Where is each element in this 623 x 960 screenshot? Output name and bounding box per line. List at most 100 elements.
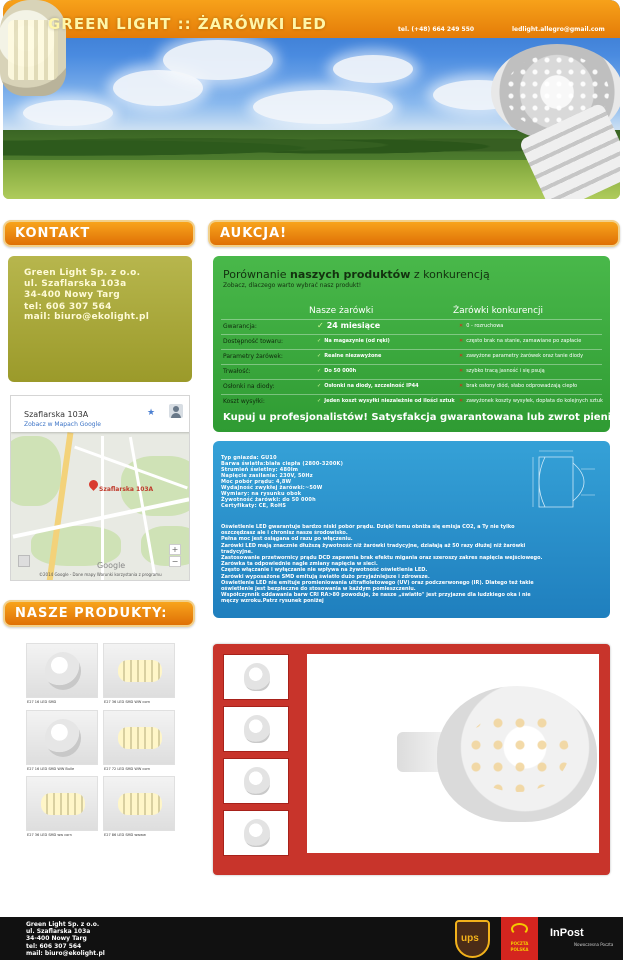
theirs-value: ✕ szybko tracą jasność i się psują <box>459 368 545 374</box>
gallery-thumbnail[interactable] <box>223 758 289 804</box>
tab-aukcja-label: AUKCJA! <box>220 226 288 241</box>
contact-email[interactable]: mail: biuro@ekolight.pl <box>24 312 149 322</box>
zoom-out-button[interactable]: − <box>169 556 181 567</box>
check-icon: ✓ <box>317 398 322 404</box>
map-pin-icon[interactable] <box>87 478 100 491</box>
ours-text: Na magazynie (od ręki) <box>324 338 390 344</box>
tab-kontakt-label: KONTAKT <box>15 226 91 241</box>
product-thumbnail[interactable] <box>26 710 98 765</box>
product-thumbnail[interactable] <box>26 776 98 831</box>
corn-bulb-image <box>41 793 85 815</box>
star-icon[interactable]: ★ <box>147 408 155 418</box>
user-icon[interactable] <box>169 404 183 418</box>
footer-email[interactable]: mail: biuro@ekolight.pl <box>26 950 105 957</box>
contact-company: Green Light Sp. z o.o. <box>24 268 141 278</box>
contact-phone: tel: 606 307 564 <box>24 302 112 312</box>
header-email[interactable]: ledlight.allegro@gmail.com <box>512 26 605 33</box>
tab-kontakt: KONTAKT <box>3 220 195 247</box>
ups-logo: ups <box>455 920 490 958</box>
gallery-thumbnail[interactable] <box>223 654 289 700</box>
cross-icon: ✕ <box>459 353 464 359</box>
corn-bulb-image <box>118 660 162 682</box>
theirs-value: ✕ zawyżone parametry żarówek oraz tanie d… <box>459 353 583 359</box>
ours-text: Do 50 000h <box>324 368 357 374</box>
map-footer[interactable]: ©2014 Google - Dane mapy Warunki korzyst… <box>39 572 162 577</box>
gallery-main-image[interactable] <box>307 654 599 853</box>
row-label: Koszt wysyłki: <box>223 398 265 405</box>
header-phone: tel. (+48) 664 249 550 <box>398 26 475 33</box>
footer-phone: tel: 606 307 564 <box>26 943 82 950</box>
footer-street: ul. Szaflarska 103a <box>26 928 91 935</box>
comparison-row: Trwałość: ✓ Do 50 000h ✕ szybko tracą jasn… <box>221 364 602 379</box>
inpost-logo: InPost <box>550 927 584 939</box>
ups-logo-text: ups <box>461 933 479 944</box>
map-info-card: Szaflarska 103A Zobacz w Mapach Google ★ <box>11 396 189 432</box>
cross-icon: ✕ <box>459 398 464 404</box>
product-caption: E27 36 LED SMD WW corn <box>104 700 151 704</box>
product-thumbnail[interactable] <box>103 643 175 698</box>
post-horn-icon <box>511 923 528 935</box>
check-icon: ✓ <box>317 368 322 374</box>
footer-city: 34-400 Nowy Targ <box>26 935 87 942</box>
ours-value: ✓ Realne niezawyżone <box>317 353 381 359</box>
contact-street: ul. Szaflarska 103a <box>24 279 127 289</box>
check-icon: ✓ <box>317 353 322 359</box>
google-map[interactable]: Szaflarska 103A Zobacz w Mapach Google ★… <box>10 395 190 581</box>
comparison-title-bold: naszych produktów <box>289 268 411 281</box>
comparison-slogan: Kupuj u profesjonalistów! Satysfakcja gw… <box>223 412 610 423</box>
theirs-text: brak osłony diód, słabo odprowadzają cie… <box>466 383 578 389</box>
comparison-title-pre: Porównanie <box>223 268 290 281</box>
pegman-icon[interactable] <box>18 555 30 567</box>
ours-value: ✓ Do 50 000h <box>317 368 356 374</box>
ours-text: Jeden koszt wysyłki niezależnie od ilośc… <box>324 398 455 404</box>
theirs-text: zawyżone parametry żarówek oraz tanie di… <box>466 353 584 359</box>
corn-bulb-image <box>118 793 162 815</box>
product-thumbnail[interactable] <box>103 710 175 765</box>
theirs-value: ✕ 0 - rozruchowa <box>459 323 503 329</box>
cross-icon: ✕ <box>459 383 464 389</box>
check-icon: ✓ <box>317 321 324 330</box>
header-banner: GREEN LIGHT :: ŻARÓWKI LED tel. (+48) 66… <box>0 0 623 202</box>
spec-desc-line: męczy wzroku.Patrz rysunek poniżej <box>221 598 324 605</box>
column-header-ours: Nasze żarówki <box>309 306 374 316</box>
theirs-text: często brak na stanie, zamawiane po zapł… <box>466 338 582 344</box>
map-open-link[interactable]: Zobacz w Mapach Google <box>24 421 101 428</box>
row-label: Gwarancja: <box>223 323 257 330</box>
map-place-title: Szaflarska 103A <box>24 410 89 419</box>
comparison-row: Gwarancja: ✓ 24 miesiące ✕ 0 - rozruchowa <box>221 319 602 334</box>
product-caption: E27 36 LED SMD ww corn <box>27 833 72 837</box>
ours-value: ✓ Osłonki na diody, szczelność IP44 <box>317 383 419 389</box>
column-header-theirs: Żarówki konkurencji <box>453 306 544 316</box>
poczta-polska-logo: POCZTA POLSKA <box>501 917 538 960</box>
cross-icon: ✕ <box>459 338 464 344</box>
spec-description: Oświetlenie LED gwarantuje bardzo niski … <box>221 524 606 605</box>
ours-text: Osłonki na diody, szczelność IP44 <box>324 383 419 389</box>
polska-text: POLSKA <box>510 947 529 952</box>
gallery-thumbnail[interactable] <box>223 810 289 856</box>
map-pin-label: Szaflarska 103A <box>99 486 154 493</box>
tab-nasze-produkty: NASZE PRODUKTY: <box>3 600 195 627</box>
check-icon: ✓ <box>317 383 322 389</box>
product-thumbnail[interactable] <box>26 643 98 698</box>
tab-products-label: NASZE PRODUKTY: <box>15 606 168 621</box>
ours-value: ✓ 24 miesiące <box>317 321 380 330</box>
ours-value: ✓ Jeden koszt wysyłki niezależnie od iloś… <box>317 398 455 404</box>
comparison-row: Parametry żarówek: ✓ Realne niezawyżone ✕… <box>221 349 602 364</box>
bulb-image <box>45 652 81 690</box>
gallery-thumbnail[interactable] <box>223 706 289 752</box>
ours-value: ✓ Na magazynie (od ręki) <box>317 338 390 344</box>
zoom-in-button[interactable]: + <box>169 544 181 555</box>
ours-text: Realne niezawyżone <box>324 353 382 359</box>
check-icon: ✓ <box>317 338 322 344</box>
product-thumbnail[interactable] <box>103 776 175 831</box>
theirs-value: ✕ brak osłony diód, słabo odprowadzają ci… <box>459 383 577 389</box>
corn-bulb-image <box>118 727 162 749</box>
comparison-panel: Porównanie naszych produktów z konkurenc… <box>213 256 610 432</box>
spec-panel: Typ gniazda: GU10 Barwa światła:biała ci… <box>213 441 610 618</box>
google-logo: Google <box>97 561 126 570</box>
theirs-value: ✕ zawyżonek koszty wysyłek, dopłata do ko… <box>459 398 603 404</box>
cross-icon: ✕ <box>459 323 464 329</box>
row-label: Parametry żarówek: <box>223 353 283 360</box>
poczta-text: POCZTA <box>510 941 529 946</box>
product-caption: E27 86 LED SMD wwww <box>104 833 146 837</box>
